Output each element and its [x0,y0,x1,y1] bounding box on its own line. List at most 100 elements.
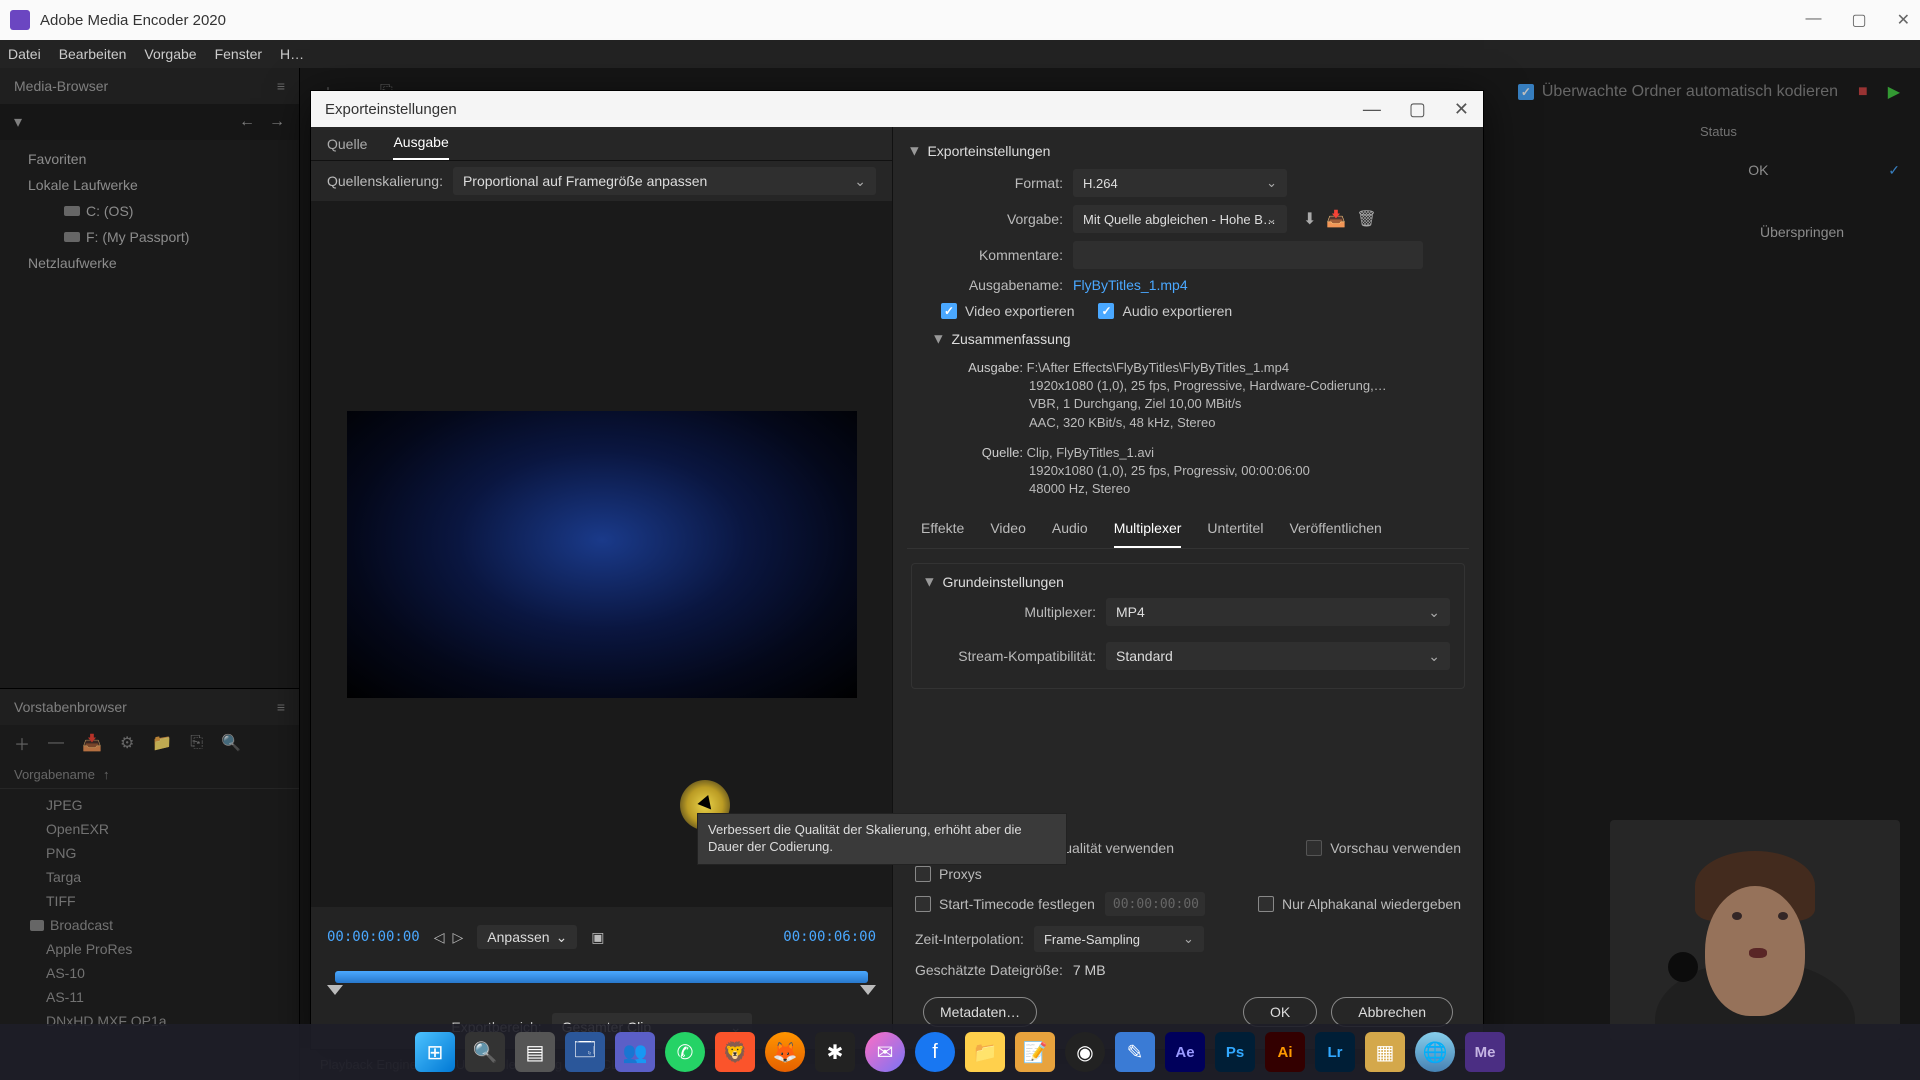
tab-video[interactable]: Video [990,520,1026,548]
menu-edit[interactable]: Bearbeiten [59,46,127,62]
preset-item[interactable]: AS-10 [0,961,299,985]
save-preset-icon[interactable]: ⬇ [1303,209,1316,229]
taskbar-aftereffects-icon[interactable]: Ae [1165,1032,1205,1072]
tab-publish[interactable]: Veröffentlichen [1289,520,1381,548]
taskbar-facebook-icon[interactable]: f [915,1032,955,1072]
taskbar-mediaencoder-icon[interactable]: Me [1465,1032,1505,1072]
menu-file[interactable]: Datei [8,46,41,62]
tab-audio[interactable]: Audio [1052,520,1088,548]
tree-local-drives[interactable]: Lokale Laufwerke [0,172,299,198]
taskbar-firefox-icon[interactable]: 🦊 [765,1032,805,1072]
preset-item[interactable]: TIFF [0,889,299,913]
cancel-button[interactable]: Abbrechen [1331,997,1453,1027]
comments-input[interactable] [1073,241,1423,269]
nav-fwd-icon[interactable]: → [269,113,285,131]
step-back-icon[interactable]: ◁ [434,929,445,946]
dialog-minimize-icon[interactable]: — [1363,99,1381,120]
taskbar-explorer-icon[interactable]: 🗔 [565,1032,605,1072]
taskbar-teams-icon[interactable]: 👥 [615,1032,655,1072]
taskbar-misc-icon[interactable]: ▦ [1365,1032,1405,1072]
timecode-end[interactable]: 00:00:06:00 [783,929,876,945]
timecode-start[interactable]: 00:00:00:00 [327,929,420,945]
preset-item[interactable]: AS-11 [0,985,299,1009]
taskbar-search-icon[interactable]: 🔍 [465,1032,505,1072]
taskbar-messenger-icon[interactable]: ✉ [865,1032,905,1072]
dialog-maximize-icon[interactable]: ▢ [1409,99,1426,120]
scaling-select[interactable]: Proportional auf Framegröße anpassen [453,167,876,195]
tab-effects[interactable]: Effekte [921,520,964,548]
panel-menu-icon[interactable]: ≡ [277,699,285,715]
tab-subtitles[interactable]: Untertitel [1207,520,1263,548]
export-video-check[interactable]: Video exportieren [941,303,1074,319]
format-select[interactable]: H.264 [1073,169,1287,197]
preset-item[interactable]: PNG [0,841,299,865]
nav-back-icon[interactable]: ← [239,113,255,131]
taskbar-whatsapp-icon[interactable]: ✆ [665,1032,705,1072]
alpha-only-check[interactable]: Nur Alphakanal wiedergeben [1258,896,1461,912]
panel-menu-icon[interactable]: ≡ [277,78,285,94]
close-icon[interactable]: ✕ [1897,10,1910,30]
range-out-handle[interactable] [860,985,876,995]
menu-window[interactable]: Fenster [215,46,262,62]
taskbar-notepad-icon[interactable]: 📝 [1015,1032,1055,1072]
start-queue-icon[interactable]: ▶ [1888,82,1900,102]
preset-select[interactable]: Mit Quelle abgleichen - Hohe B… [1073,205,1287,233]
taskbar-lightroom-icon[interactable]: Lr [1315,1032,1355,1072]
play-icon[interactable]: ▷ [453,929,464,946]
preset-item[interactable]: OpenEXR [0,817,299,841]
stream-select[interactable]: Standard [1106,642,1450,670]
tree-favorites[interactable]: Favoriten [0,146,299,172]
preset-item[interactable]: Apple ProRes [0,937,299,961]
minimize-icon[interactable]: — [1805,10,1821,30]
menu-help[interactable]: H… [280,46,304,62]
taskbar-editor-icon[interactable]: ✎ [1115,1032,1155,1072]
range-bar[interactable] [311,967,892,1005]
search-preset-icon[interactable]: 🔍 [221,733,241,753]
dialog-close-icon[interactable]: ✕ [1454,99,1469,120]
zoom-select[interactable]: Anpassen⌄ [477,925,577,949]
taskbar-brave-icon[interactable]: 🦁 [715,1032,755,1072]
taskbar-start-icon[interactable]: ⊞ [415,1032,455,1072]
preset-col-name[interactable]: Vorgabename [14,767,95,782]
duplicate-preset-icon[interactable]: ⎘ [190,734,203,752]
stop-queue-icon[interactable]: ■ [1858,83,1868,101]
taskbar-taskview-icon[interactable]: ▤ [515,1032,555,1072]
tree-drive-c[interactable]: C: (OS) [0,198,299,224]
preset-item[interactable]: Targa [0,865,299,889]
taskbar-illustrator-icon[interactable]: Ai [1265,1032,1305,1072]
menu-preset[interactable]: Vorgabe [144,46,196,62]
taskbar-browser-icon[interactable]: 🌐 [1415,1032,1455,1072]
taskbar-app-icon[interactable]: ✱ [815,1032,855,1072]
settings-preset-icon[interactable]: ⚙ [120,733,134,753]
metadata-button[interactable]: Metadaten… [923,997,1037,1027]
basic-settings-title[interactable]: ▶Grundeinstellungen [926,574,1450,590]
preset-item[interactable]: JPEG [0,793,299,817]
tab-source[interactable]: Quelle [327,136,367,160]
range-track[interactable] [335,971,868,983]
ok-button[interactable]: OK [1243,997,1317,1027]
tree-network-drives[interactable]: Netzlaufwerke [0,250,299,276]
delete-preset-icon[interactable]: 🗑 [1356,209,1376,229]
maximize-icon[interactable]: ▢ [1851,10,1866,30]
folder-preset-icon[interactable]: 📁 [152,733,172,753]
interp-select[interactable]: Frame-Sampling [1034,926,1204,952]
taskbar-files-icon[interactable]: 📁 [965,1032,1005,1072]
summary-section[interactable]: ▶Zusammenfassung [931,325,1469,353]
tree-drive-f[interactable]: F: (My Passport) [0,224,299,250]
add-preset-icon[interactable]: ＋ [14,731,30,755]
range-in-handle[interactable] [327,985,343,995]
filter-icon[interactable]: ▾ [14,112,22,132]
set-timecode-check[interactable]: Start-Timecode festlegen [915,896,1095,912]
taskbar-obs-icon[interactable]: ◉ [1065,1032,1105,1072]
mux-select[interactable]: MP4 [1106,598,1450,626]
proxies-check[interactable]: Proxys [915,866,982,882]
tab-output[interactable]: Ausgabe [393,134,448,160]
preset-folder-broadcast[interactable]: Broadcast [0,913,299,937]
taskbar-photoshop-icon[interactable]: Ps [1215,1032,1255,1072]
export-settings-section[interactable]: ▶Exporteinstellungen [907,137,1469,165]
tab-multiplexer[interactable]: Multiplexer [1114,520,1182,548]
timecode-field[interactable]: 00:00:00:00 [1105,892,1205,916]
use-preview-check[interactable]: Vorschau verwenden [1306,840,1461,856]
import-preset-icon[interactable]: 📥 [82,733,102,753]
sort-icon[interactable]: ↑ [103,767,110,782]
